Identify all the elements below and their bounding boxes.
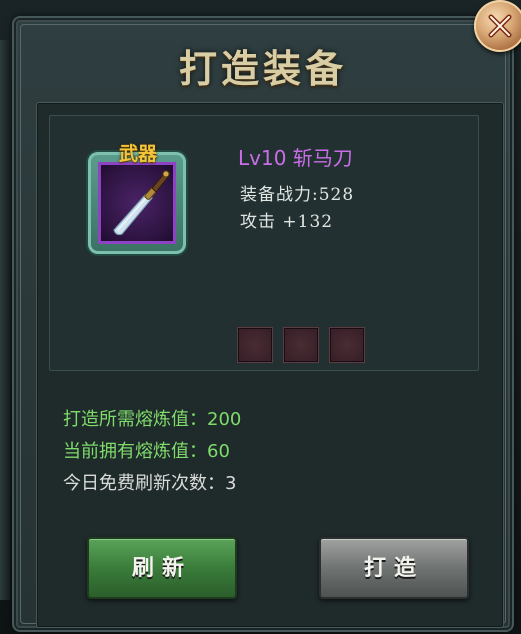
saber-weapon-icon [100, 164, 176, 248]
free-refresh-count-text: 今日免费刷新次数：3 [63, 473, 237, 494]
gem-slot-2[interactable] [284, 328, 318, 362]
owned-smelt-text: 当前拥有熔炼值：60 [63, 441, 230, 462]
dialog-title: 打造装备 [178, 46, 347, 91]
item-power-stat: 装备战力:528 [240, 185, 355, 205]
item-attack-stat: 攻击 +132 [240, 212, 334, 232]
forge-button[interactable]: 打造 [319, 537, 469, 599]
content-panel: 武器 Lv10 斩马刀 装备战力:528 攻击 +132 打造所需熔炼值：200… [36, 102, 504, 628]
forge-equipment-dialog: 打造装备 武器 Lv10 斩马刀 装备战力:528 攻击 +132 打造所需熔炼… [12, 16, 514, 632]
item-name: Lv10 斩马刀 [238, 146, 353, 170]
close-icon [488, 14, 512, 38]
refresh-button[interactable]: 刷新 [87, 537, 237, 599]
item-icon-frame[interactable]: 武器 [84, 142, 190, 258]
background-edge [0, 40, 10, 600]
close-button[interactable] [474, 0, 521, 52]
item-category-tag: 武器 [118, 143, 157, 165]
forge-cost-text: 打造所需熔炼值：200 [63, 409, 242, 430]
gem-slot-1[interactable] [238, 328, 272, 362]
item-card: 武器 Lv10 斩马刀 装备战力:528 攻击 +132 [49, 115, 479, 371]
gem-slot-3[interactable] [330, 328, 364, 362]
